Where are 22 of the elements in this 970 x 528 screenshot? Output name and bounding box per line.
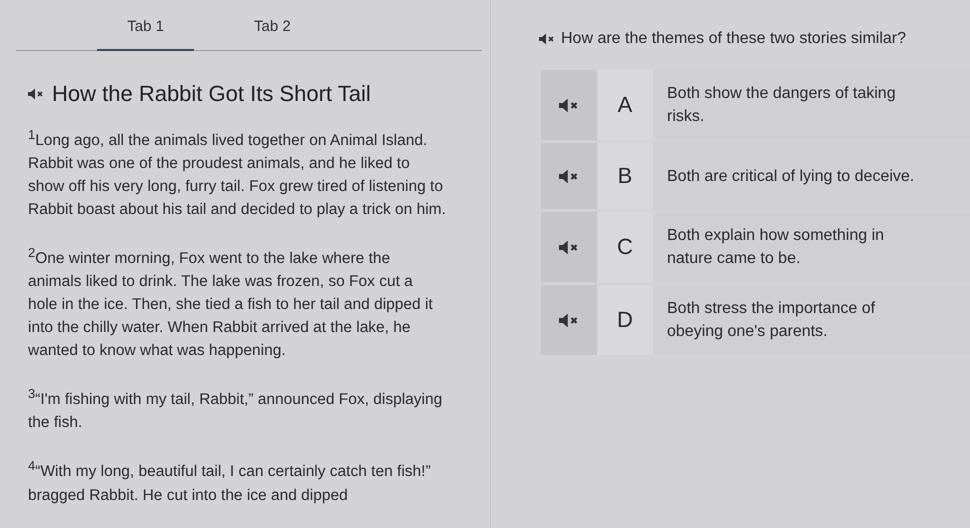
option-letter[interactable]: C	[597, 212, 653, 282]
audio-button[interactable]	[541, 285, 597, 355]
mute-speaker-icon	[559, 240, 579, 254]
passage-title: How the Rabbit Got Its Short Tail	[52, 81, 371, 107]
mute-speaker-icon[interactable]	[539, 33, 555, 45]
audio-button[interactable]	[541, 70, 597, 140]
tab[interactable]: Tab 1	[97, 16, 194, 51]
option-letter[interactable]: A	[597, 70, 653, 140]
paragraph: $^{4}$“With my long, beautiful tail, I can certainly catch ten fish!” bragged Rabbit. He cut into the ice and dipped	[28, 457, 432, 506]
option-letter[interactable]: D	[597, 285, 653, 355]
mute-speaker-icon[interactable]	[28, 88, 44, 100]
paragraph: $^{1}$Long ago, all the animals lived together on Animal Island. Rabbit was one of the proudest animals, and he liked to show off his very long, furry tail. Fox grew tired of listening to Rabbit boast about his tail and decided to play a trick on him.	[28, 126, 446, 220]
mute-speaker-icon	[559, 312, 579, 328]
audio-button[interactable]	[541, 212, 597, 282]
option-letter[interactable]: B	[597, 143, 653, 209]
question-text: How are the themes of these two stories similar?	[561, 30, 906, 48]
audio-button[interactable]	[541, 143, 597, 209]
mute-speaker-icon	[559, 98, 579, 112]
paragraph: $^{2}$One winter morning, Fox went to the lake where the animals liked to drink. The lake was frozen, so Fox cut a hole in the ice. Then, she tied a fish to her tail and dipped it into the chilly water. When Rabbit arrived at the lake, he wanted to know what was happening.	[28, 244, 434, 362]
tab[interactable]: Tab 2	[224, 16, 321, 51]
paragraph: $^{3}$“I'm fishing with my tail, Rabbit,” announced Fox, displaying the fish.	[28, 385, 444, 434]
mute-speaker-icon	[559, 168, 579, 184]
